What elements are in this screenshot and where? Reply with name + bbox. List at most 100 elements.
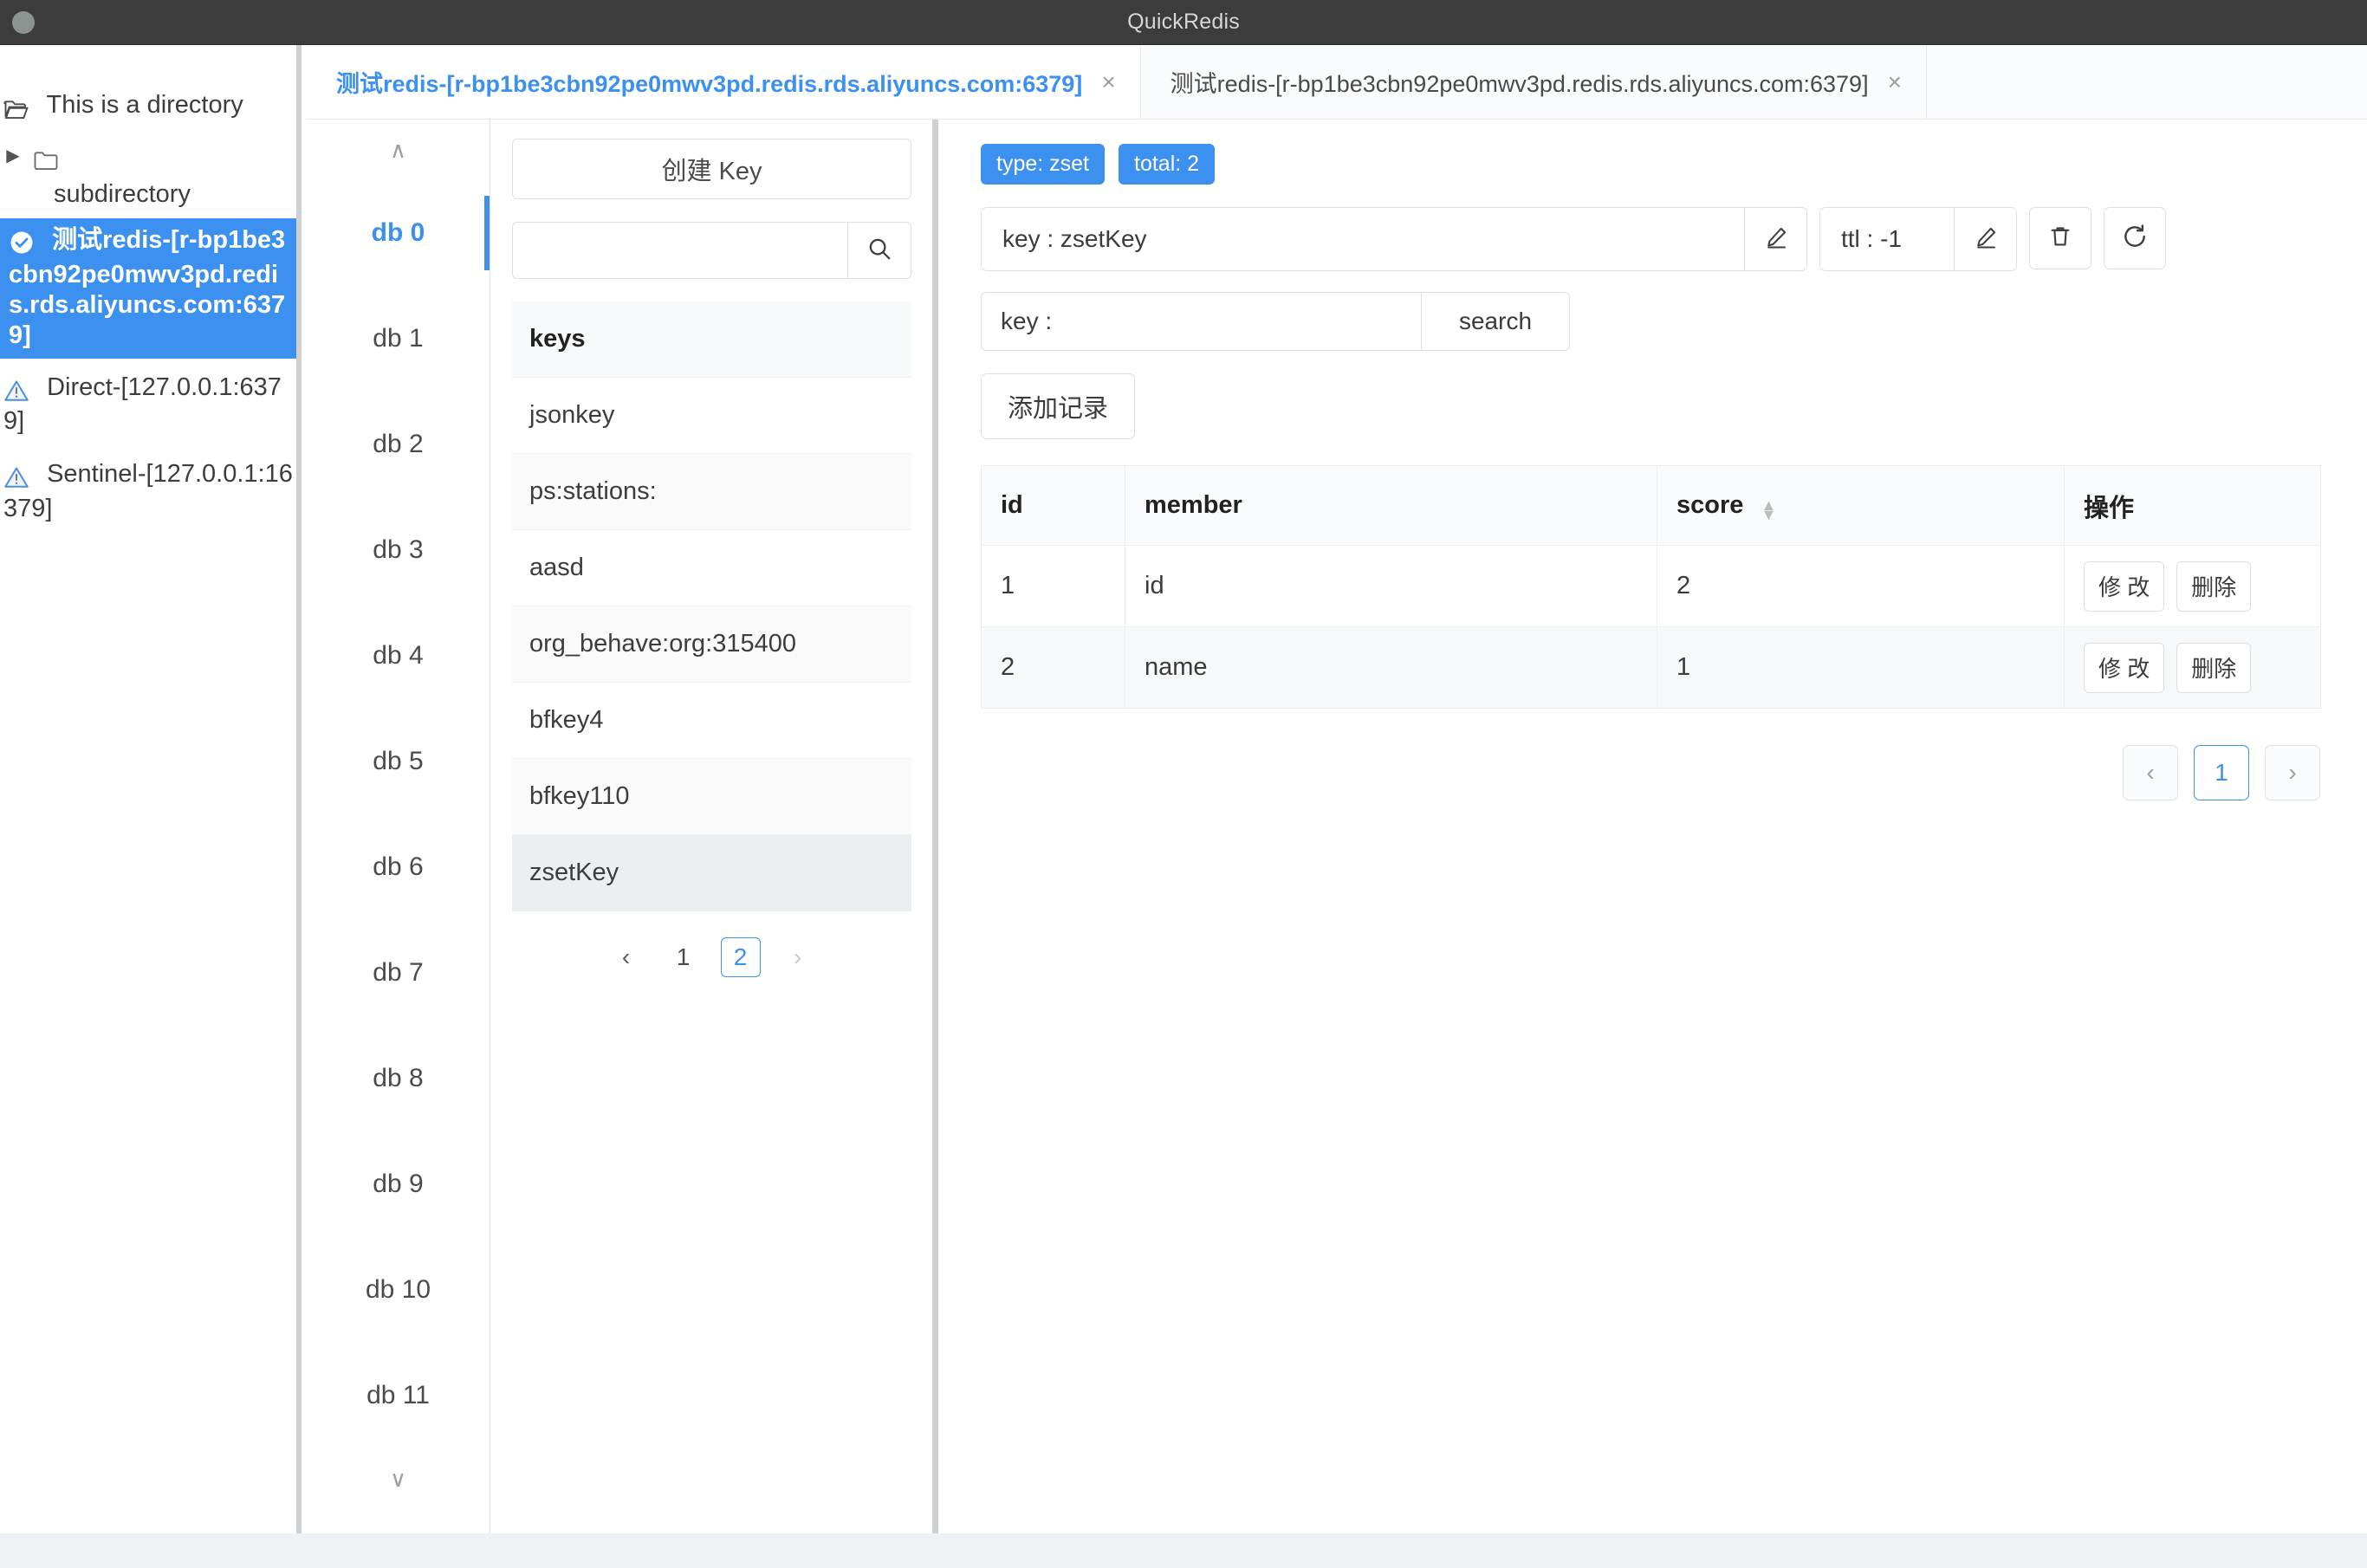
connection-item-direct[interactable]: Direct-[127.0.0.1:6379] bbox=[0, 364, 296, 446]
delete-row-button[interactable]: 删除 bbox=[2176, 560, 2252, 612]
pencil-icon bbox=[1763, 224, 1789, 255]
refresh-icon bbox=[2121, 223, 2149, 255]
list-item[interactable]: org_behave:org:315400 bbox=[512, 606, 911, 683]
key-detail-panel: type: zset total: 2 key : zsetKey ttl : … bbox=[944, 120, 2367, 1568]
member-search-row: search bbox=[981, 292, 2329, 351]
edit-row-button[interactable]: 修 改 bbox=[2084, 642, 2165, 693]
cell-operations: 修 改 删除 bbox=[2064, 545, 2321, 627]
table-header-row: id member score ▲ ▼ 操作 bbox=[981, 465, 2321, 546]
database-list: ∧ db 0 db 1 db 2 db 3 db 4 db 5 db 6 db … bbox=[307, 120, 490, 1568]
cell-score: 2 bbox=[1657, 545, 2065, 627]
prev-page-button[interactable]: ‹ bbox=[606, 937, 646, 977]
db-item-10[interactable]: db 10 bbox=[307, 1237, 490, 1343]
db-item-3[interactable]: db 3 bbox=[307, 497, 490, 603]
chevron-down-icon[interactable]: ∨ bbox=[307, 1448, 490, 1509]
db-item-4[interactable]: db 4 bbox=[307, 603, 490, 709]
key-search-row bbox=[512, 222, 911, 279]
edit-ttl-button[interactable] bbox=[1954, 208, 2016, 270]
tab-active[interactable]: 测试redis-[r-bp1be3cbn92pe0mwv3pd.redis.rd… bbox=[307, 45, 1141, 119]
directory-node[interactable]: This is a directory bbox=[0, 81, 296, 133]
table-row: 1 id 2 修 改 删除 bbox=[981, 545, 2321, 627]
chevron-up-icon[interactable]: ∧ bbox=[307, 120, 490, 180]
db-item-5[interactable]: db 5 bbox=[307, 709, 490, 814]
cell-member: id bbox=[1125, 545, 1657, 627]
total-badge: total: 2 bbox=[1119, 144, 1216, 185]
list-item[interactable]: jsonkey bbox=[512, 378, 911, 454]
list-item[interactable]: bfkey110 bbox=[512, 759, 911, 835]
db-item-2[interactable]: db 2 bbox=[307, 392, 490, 497]
db-item-8[interactable]: db 8 bbox=[307, 1026, 490, 1131]
tab-secondary[interactable]: 测试redis-[r-bp1be3cbn92pe0mwv3pd.redis.rd… bbox=[1140, 45, 1927, 119]
key-field: key : zsetKey bbox=[981, 207, 1807, 271]
table-prev-page-button[interactable]: ‹ bbox=[2123, 745, 2178, 800]
column-header-score-label: score bbox=[1676, 491, 1744, 519]
app-frame: This is a directory ▶ subdirectory 测试red… bbox=[0, 45, 2367, 1568]
directory-node-label: This is a directory bbox=[46, 91, 243, 119]
cell-member: name bbox=[1125, 626, 1657, 709]
close-icon[interactable]: × bbox=[1101, 68, 1115, 96]
warning-icon bbox=[3, 463, 29, 493]
ttl-field: ttl : -1 bbox=[1819, 207, 2017, 271]
table-page-button-1[interactable]: 1 bbox=[2194, 745, 2249, 800]
db-item-11[interactable]: db 11 bbox=[307, 1343, 490, 1448]
db-item-6[interactable]: db 6 bbox=[307, 814, 490, 920]
search-icon bbox=[866, 236, 892, 266]
cell-score: 1 bbox=[1657, 626, 2065, 709]
delete-key-button[interactable] bbox=[2029, 207, 2091, 269]
db-item-1[interactable]: db 1 bbox=[307, 286, 490, 392]
column-header-id: id bbox=[981, 465, 1125, 546]
list-item-selected[interactable]: zsetKey bbox=[512, 835, 911, 911]
cell-id: 1 bbox=[981, 545, 1125, 627]
column-header-member: member bbox=[1125, 465, 1657, 546]
member-search-button[interactable]: search bbox=[1421, 292, 1570, 351]
key-list: keys jsonkey ps:stations: aasd org_behav… bbox=[512, 301, 911, 911]
create-key-button[interactable]: 创建 Key bbox=[512, 139, 911, 199]
connection-item-sentinel-label: Sentinel-[127.0.0.1:16379] bbox=[3, 460, 293, 522]
key-search-input[interactable] bbox=[512, 222, 847, 279]
connection-item-selected[interactable]: 测试redis-[r-bp1be3cbn92pe0mwv3pd.redis.rd… bbox=[0, 218, 296, 359]
list-item[interactable]: ps:stations: bbox=[512, 454, 911, 530]
connection-item-sentinel[interactable]: Sentinel-[127.0.0.1:16379] bbox=[0, 450, 296, 533]
column-header-score[interactable]: score ▲ ▼ bbox=[1657, 465, 2065, 546]
refresh-button[interactable] bbox=[2104, 207, 2166, 269]
badge-row: type: zset total: 2 bbox=[981, 144, 2329, 185]
window-close-button[interactable] bbox=[12, 10, 35, 34]
key-search-button[interactable] bbox=[847, 222, 911, 279]
member-search-input[interactable] bbox=[981, 292, 1421, 351]
check-circle-icon bbox=[9, 229, 35, 259]
next-page-button[interactable]: › bbox=[778, 937, 818, 977]
pencil-icon bbox=[1973, 224, 1999, 255]
db-item-9[interactable]: db 9 bbox=[307, 1131, 490, 1237]
key-list-header: keys bbox=[512, 301, 911, 378]
keys-panel: 创建 Key keys jsonkey ps:stations: aasd or… bbox=[491, 120, 938, 1568]
list-item[interactable]: bfkey4 bbox=[512, 683, 911, 759]
close-icon[interactable]: × bbox=[1888, 68, 1902, 96]
key-toolbar: key : zsetKey ttl : -1 bbox=[981, 207, 2329, 271]
delete-row-button[interactable]: 删除 bbox=[2176, 642, 2252, 693]
add-record-button[interactable]: 添加记录 bbox=[981, 373, 1136, 439]
connection-item-direct-label: Direct-[127.0.0.1:6379] bbox=[3, 373, 282, 435]
table-row: 2 name 1 修 改 删除 bbox=[981, 626, 2321, 709]
tab-active-label: 测试redis-[r-bp1be3cbn92pe0mwv3pd.redis.rd… bbox=[336, 71, 1083, 97]
edit-key-button[interactable] bbox=[1744, 208, 1806, 270]
status-bar bbox=[0, 1533, 2367, 1568]
sort-arrows-icon[interactable]: ▲ ▼ bbox=[1761, 497, 1776, 522]
tab-secondary-label: 测试redis-[r-bp1be3cbn92pe0mwv3pd.redis.rd… bbox=[1170, 71, 1869, 97]
page-button-2[interactable]: 2 bbox=[720, 937, 761, 977]
page-button-1[interactable]: 1 bbox=[664, 937, 704, 977]
list-item[interactable]: aasd bbox=[512, 530, 911, 606]
trash-icon bbox=[2047, 224, 2073, 254]
zset-table: id member score ▲ ▼ 操作 1 id 2 修 改 删除 2 n… bbox=[981, 465, 2321, 709]
subdirectory-node[interactable]: ▶ subdirectory bbox=[0, 133, 296, 218]
column-header-operations: 操作 bbox=[2064, 465, 2321, 546]
table-next-page-button[interactable]: › bbox=[2265, 745, 2320, 800]
db-item-0[interactable]: db 0 bbox=[307, 180, 490, 286]
db-item-7[interactable]: db 7 bbox=[307, 920, 490, 1026]
warning-icon bbox=[3, 376, 29, 406]
window-title-bar: QuickRedis bbox=[0, 0, 2367, 45]
edit-row-button[interactable]: 修 改 bbox=[2084, 560, 2165, 612]
cell-id: 2 bbox=[981, 626, 1125, 709]
type-badge: type: zset bbox=[981, 144, 1105, 185]
table-pagination: ‹ 1 › bbox=[981, 745, 2320, 800]
chevron-right-icon[interactable]: ▶ bbox=[0, 146, 26, 166]
